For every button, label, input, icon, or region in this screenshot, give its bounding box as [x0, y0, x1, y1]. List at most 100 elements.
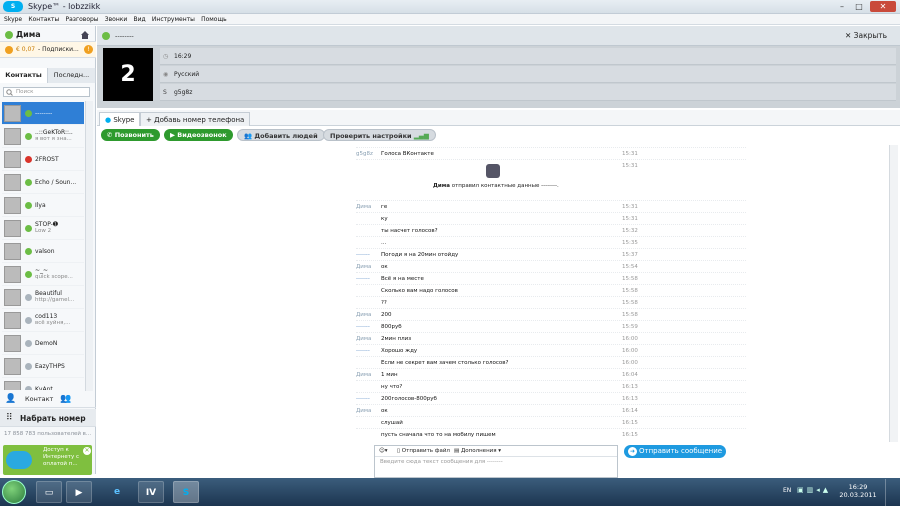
contact-item[interactable]: --------	[2, 102, 84, 125]
contact-list: --------..::GeKToR::.. я вот я зна...2FRO…	[2, 102, 84, 390]
add-contact-button[interactable]: Контакт	[25, 395, 53, 403]
contact-name: KvAnt	[35, 385, 53, 391]
chat-message: Дима ге 15:31	[356, 200, 746, 212]
menu-calls[interactable]: Звонки	[105, 14, 128, 25]
dial-number-button[interactable]: Набрать номер	[20, 414, 86, 423]
menu-tools[interactable]: Инструменты	[152, 14, 195, 25]
promo-banner[interactable]: Доступ к Интернету с оплатой п... ✕	[3, 445, 92, 475]
call-button[interactable]: ✆ Позвонить	[101, 129, 160, 141]
conversation-header: -------- ✕ Закрыть	[97, 26, 900, 46]
contact-item[interactable]: EazyTHPS	[2, 355, 84, 378]
taskbar-clock[interactable]: 16:29 20.03.2011	[836, 483, 880, 499]
chat-scrollbar[interactable]	[889, 145, 898, 442]
add-contact-icon[interactable]: 👤	[5, 394, 16, 404]
contact-avatar[interactable]: 2	[103, 48, 153, 101]
contact-mood: quick scope...	[35, 274, 73, 280]
contact-mood: я вот я зна...	[35, 136, 72, 142]
contact-list-scrollbar[interactable]	[85, 101, 93, 391]
contact-item[interactable]: cod113 всё хуйня,...	[2, 309, 84, 332]
tab-skype[interactable]: ● Skype	[99, 112, 141, 126]
send-message-button[interactable]: ➜ Отправить сообщение	[624, 445, 726, 458]
tray-icons[interactable]: ▣▥◂▲	[797, 486, 831, 494]
message-input[interactable]: Введите сюда текст сообщения для -------…	[380, 459, 503, 465]
contact-avatar	[4, 150, 21, 168]
contact-status-offline-icon	[25, 385, 32, 390]
contact-item[interactable]: STOP-➊ Low 2	[2, 217, 84, 240]
tab-contacts[interactable]: Контакты	[0, 68, 48, 83]
contact-name: valson	[35, 247, 55, 255]
media-player-taskbar-icon[interactable]: ▶	[66, 481, 92, 503]
video-call-button[interactable]: ▶ Видеозвонок	[164, 129, 233, 141]
menu-view[interactable]: Вид	[134, 14, 146, 25]
menu-help[interactable]: Помощь	[201, 14, 227, 25]
contact-text: KvAnt	[35, 386, 53, 391]
contact-name: STOP-➊	[35, 221, 58, 228]
local-time: 16:29	[174, 53, 192, 60]
tab-add-phone[interactable]: + Добавь номер телефона	[140, 112, 251, 126]
menu-skype[interactable]: Skype	[4, 14, 22, 25]
contact-item[interactable]: ~_~ quick scope...	[2, 263, 84, 286]
start-button[interactable]	[2, 480, 26, 504]
chat-message: ------- 200голосов-800руб 16:13	[356, 392, 746, 404]
promo-text: Доступ к Интернету с оплатой п...	[43, 447, 79, 467]
contact-text: 2FROST	[35, 156, 59, 163]
chat-message: 15:31	[356, 159, 746, 171]
skype-icon: S	[163, 89, 167, 96]
send-file-button[interactable]: ▯ Отправить файл	[397, 446, 450, 457]
contact-text: Beautiful http://gamel...	[35, 290, 74, 304]
contact-shared-notice: Дима отправил контактные данные --------…	[433, 183, 559, 189]
people-icon: 👥	[244, 132, 255, 140]
language-indicator[interactable]: EN	[783, 487, 791, 494]
contact-item[interactable]: 2FROST	[2, 148, 84, 171]
status-online-icon	[5, 31, 13, 39]
maximize-button[interactable]: □	[852, 1, 866, 12]
contact-avatar	[4, 380, 21, 390]
chat-message: Если не секрет вам зачем столько голосов…	[356, 356, 746, 368]
contact-status-online-icon	[25, 270, 32, 278]
contact-item[interactable]: Ilya	[2, 194, 84, 217]
check-settings-button[interactable]: Проверить настройки ▂▄▆	[323, 129, 436, 141]
add-people-button[interactable]: 👥 Добавить людей	[237, 129, 325, 141]
chat-message: g5g8z Голоса ВКонтакте 15:31	[356, 147, 746, 159]
menu-contacts[interactable]: Контакты	[28, 14, 59, 25]
skype-taskbar-icon[interactable]: S	[173, 481, 199, 503]
message-text: пусть сначала что то на мобилу пишем	[381, 432, 496, 438]
extras-button[interactable]: ▤ Дополнения ▾	[454, 446, 501, 457]
chat-message: слушай 16:15	[356, 416, 746, 428]
explorer-taskbar-icon[interactable]: ▭	[36, 481, 62, 503]
user-status-row[interactable]: Дима	[0, 28, 96, 42]
menu-conversations[interactable]: Разговоры	[65, 14, 98, 25]
dial-row[interactable]: ⠿ Набрать номер	[0, 409, 96, 427]
contact-name: Echo / Soun...	[35, 178, 77, 186]
home-icon[interactable]	[80, 31, 90, 39]
alert-icon[interactable]: !	[84, 45, 93, 54]
contact-text: cod113 всё хуйня,...	[35, 313, 70, 327]
ie-taskbar-icon[interactable]: e	[104, 481, 130, 503]
gta4-taskbar-icon[interactable]: IV	[138, 481, 164, 503]
search-input[interactable]: Поиск	[3, 87, 90, 97]
group-icon[interactable]: 👥	[60, 394, 71, 404]
close-conversation-button[interactable]: ✕ Закрыть	[845, 31, 887, 40]
contact-text: ..::GeKToR::.. я вот я зна...	[35, 129, 73, 143]
close-window-button[interactable]: ✕	[870, 1, 896, 12]
contact-item[interactable]: valson	[2, 240, 84, 263]
credit-row[interactable]: € 0,07 - Подписки... !	[0, 42, 96, 58]
contact-item[interactable]: ..::GeKToR::.. я вот я зна...	[2, 125, 84, 148]
chat-message: ------- Погоди я на 20мин отойду 15:37	[356, 248, 746, 260]
contact-item[interactable]: Echo / Soun...	[2, 171, 84, 194]
contact-avatar	[4, 219, 21, 237]
plus-icon: +	[146, 116, 155, 124]
minimize-button[interactable]: –	[835, 1, 849, 12]
contact-status-online-icon	[25, 109, 32, 117]
contact-name: --------	[115, 32, 134, 40]
show-desktop-button[interactable]	[885, 479, 899, 506]
tab-recent[interactable]: Последн...	[48, 68, 96, 83]
windows-taskbar	[0, 478, 900, 506]
contact-item[interactable]: KvAnt	[2, 378, 84, 390]
promo-close-icon[interactable]: ✕	[83, 447, 91, 455]
emoticon-icon[interactable]: ☺▾	[379, 446, 388, 457]
contact-name: 2FROST	[35, 155, 59, 163]
contact-item[interactable]: Beautiful http://gamel...	[2, 286, 84, 309]
contact-item[interactable]: DemoN	[2, 332, 84, 355]
extras-label: Дополнения	[460, 448, 497, 454]
